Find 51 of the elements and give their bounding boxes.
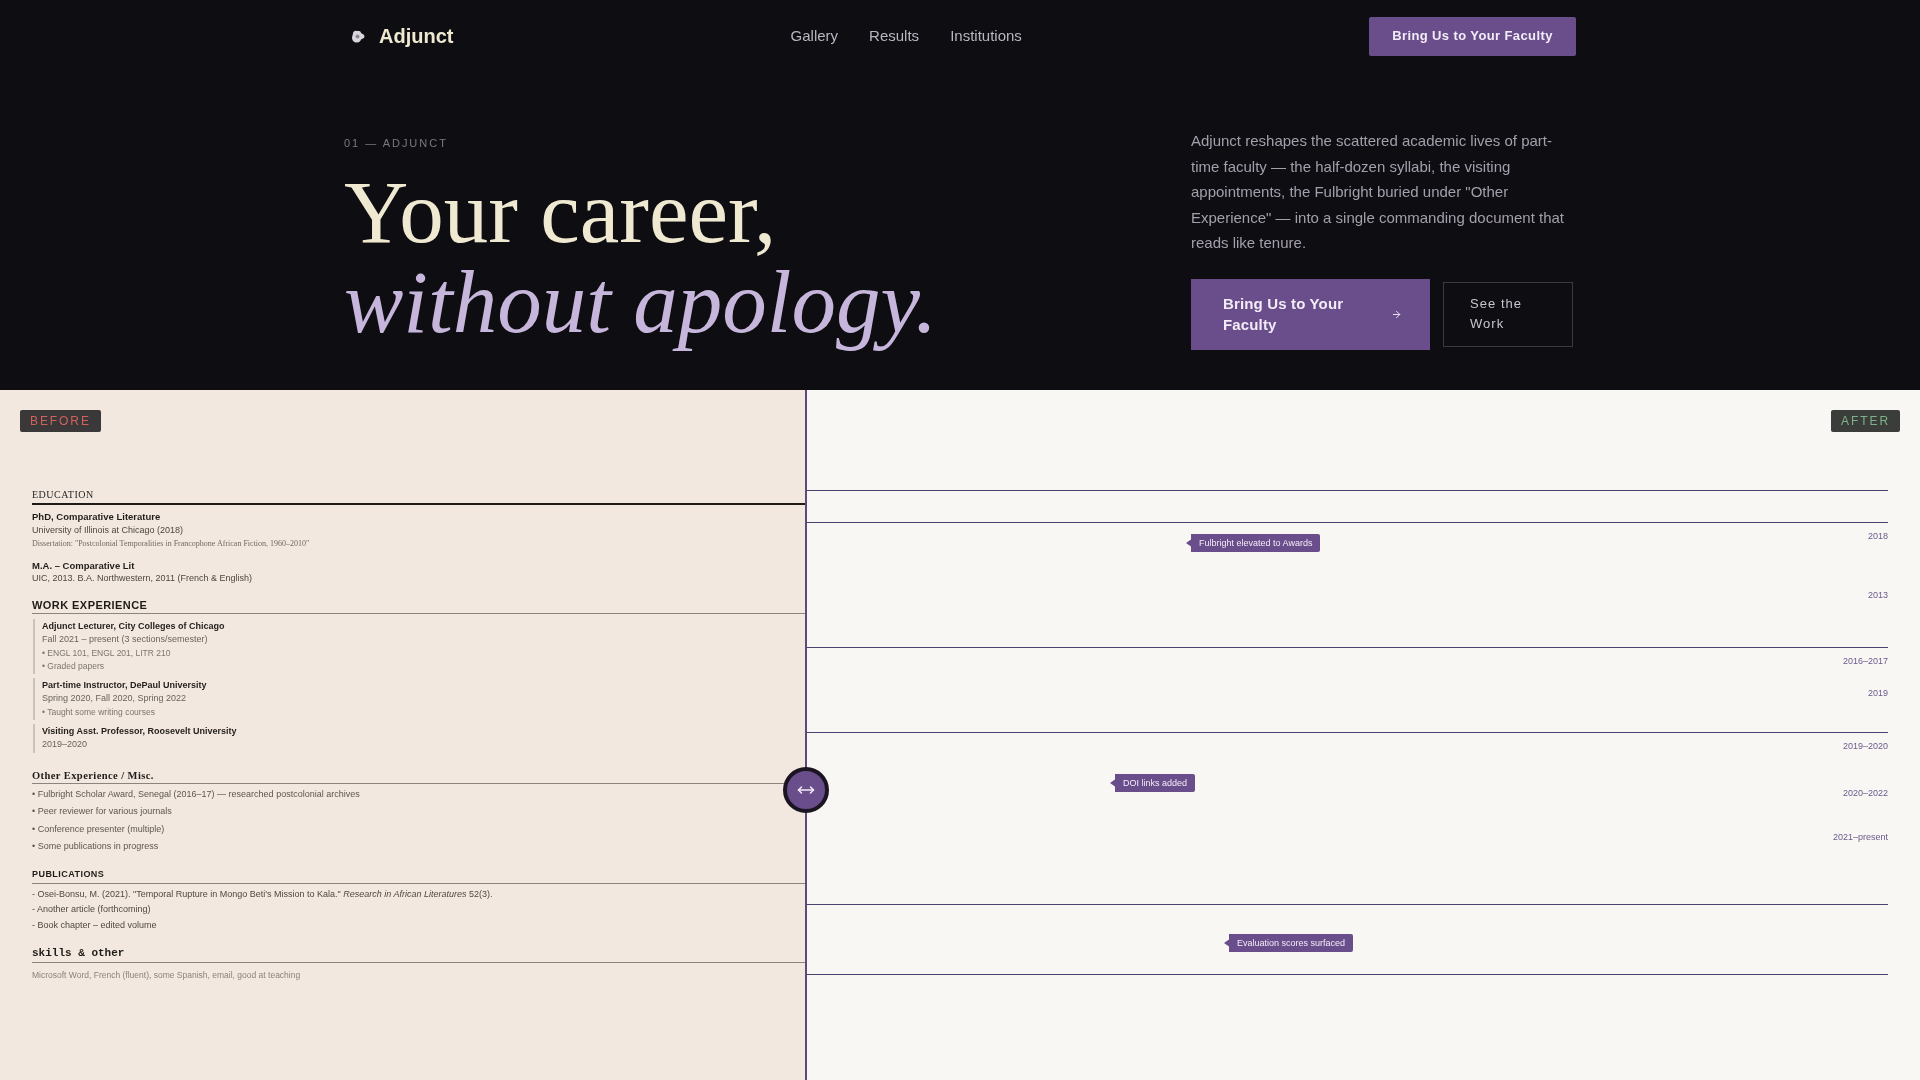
list-item: • Conference presenter (multiple) [32,822,165,836]
entry-note: Dissertation: "Postcolonial Temporalities in Francophone African Fiction, 1960–2010" [32,538,310,550]
date-label: 2020–2022 [1842,787,1888,799]
secondary-button[interactable]: See the Work [1443,281,1573,347]
entry-title: Part-time Instructor, DePaul University [42,678,207,692]
entry-detail: University of Illinois at Chicago (2018) [32,523,184,537]
publication-item: - Another article (forthcoming) [32,903,151,916]
section-heading: Other Experience / Misc. [32,768,154,783]
section-heading: WORK EXPERIENCE [32,597,148,613]
hero-description: Adjunct reshapes the scattered academic lives of part-time faculty — the half-dozen syllabi, the visiting appointments, the Fulbright buried under "Other Experience" — into a single commanding document that reads like tenure. [1191,131,1566,254]
entry-detail: Fall 2021 – present (3 sections/semester) [42,633,208,646]
publication-item: - Osei-Bonsu, M. (2021). "Temporal Rupture in Mongo Beti's Mission to Kala." Research in African Literatures 52(3). [32,887,493,901]
skills-text: Microsoft Word, French (fluent), some Spanish, email, good at teaching [32,969,301,981]
date-label: 2021–present [1832,831,1888,843]
section-heading: EDUCATION [32,488,94,502]
entry-bullet: • Taught some writing courses [42,705,155,719]
arrow-right-icon [1391,308,1402,320]
section-heading: skills & other [32,946,125,960]
list-item: • Some publications in progress [32,840,159,853]
annotation-tag: Evaluation scores surfaced [1224,934,1354,952]
date-label: 2018 [1867,530,1888,542]
logo-icon [351,29,365,43]
entry-title: PhD, Comparative Literature [32,510,161,524]
date-label: 2019 [1867,687,1888,699]
publication-item: - Book chapter – edited volume [32,918,157,932]
primary-cta-button[interactable]: Bring Us to Your Faculty [1191,278,1430,350]
entry-bullet: • Graded papers [42,659,105,673]
entry-detail: UIC, 2013. B.A. Northwestern, 2011 (French & English) [32,572,252,585]
annotation-tag: Fulbright elevated to Awards [1186,534,1321,552]
entry-detail: Spring 2020, Fall 2020, Spring 2022 [42,692,187,705]
nav-link[interactable]: Gallery [790,26,839,46]
nav-link[interactable]: Institutions [950,26,1022,46]
nav-link[interactable]: Results [869,26,920,46]
before-label: BEFORE [20,410,101,432]
entry-title: M.A. – Comparative Lit [32,558,135,572]
after-label: AFTER [1831,410,1900,432]
list-item: • Peer reviewer for various journals [32,805,172,818]
entry-detail: 2019–2020 [42,738,88,751]
eyebrow-text: 01 — ADJUNCT [344,136,448,151]
entry-title: Visiting Asst. Professor, Roosevelt University [42,724,237,738]
headline-text: Your career, [344,167,777,257]
section-heading: PUBLICATIONS [32,867,105,881]
date-label: 2013 [1867,589,1888,601]
nav-cta-button[interactable]: Bring Us to Your Faculty [1369,16,1576,56]
entry-title: Adjunct Lecturer, City Colleges of Chicago [42,619,225,633]
brand-name[interactable]: Adjunct [379,24,454,48]
date-label: 2016–2017 [1842,655,1888,667]
list-item: • Fulbright Scholar Award, Senegal (2016–17) — researched postcolonial archives [32,787,360,801]
annotation-tag: DOI links added [1110,774,1196,792]
entry-bullet: • ENGL 101, ENGL 201, LITR 210 [42,646,171,660]
date-label: 2019–2020 [1842,740,1888,752]
